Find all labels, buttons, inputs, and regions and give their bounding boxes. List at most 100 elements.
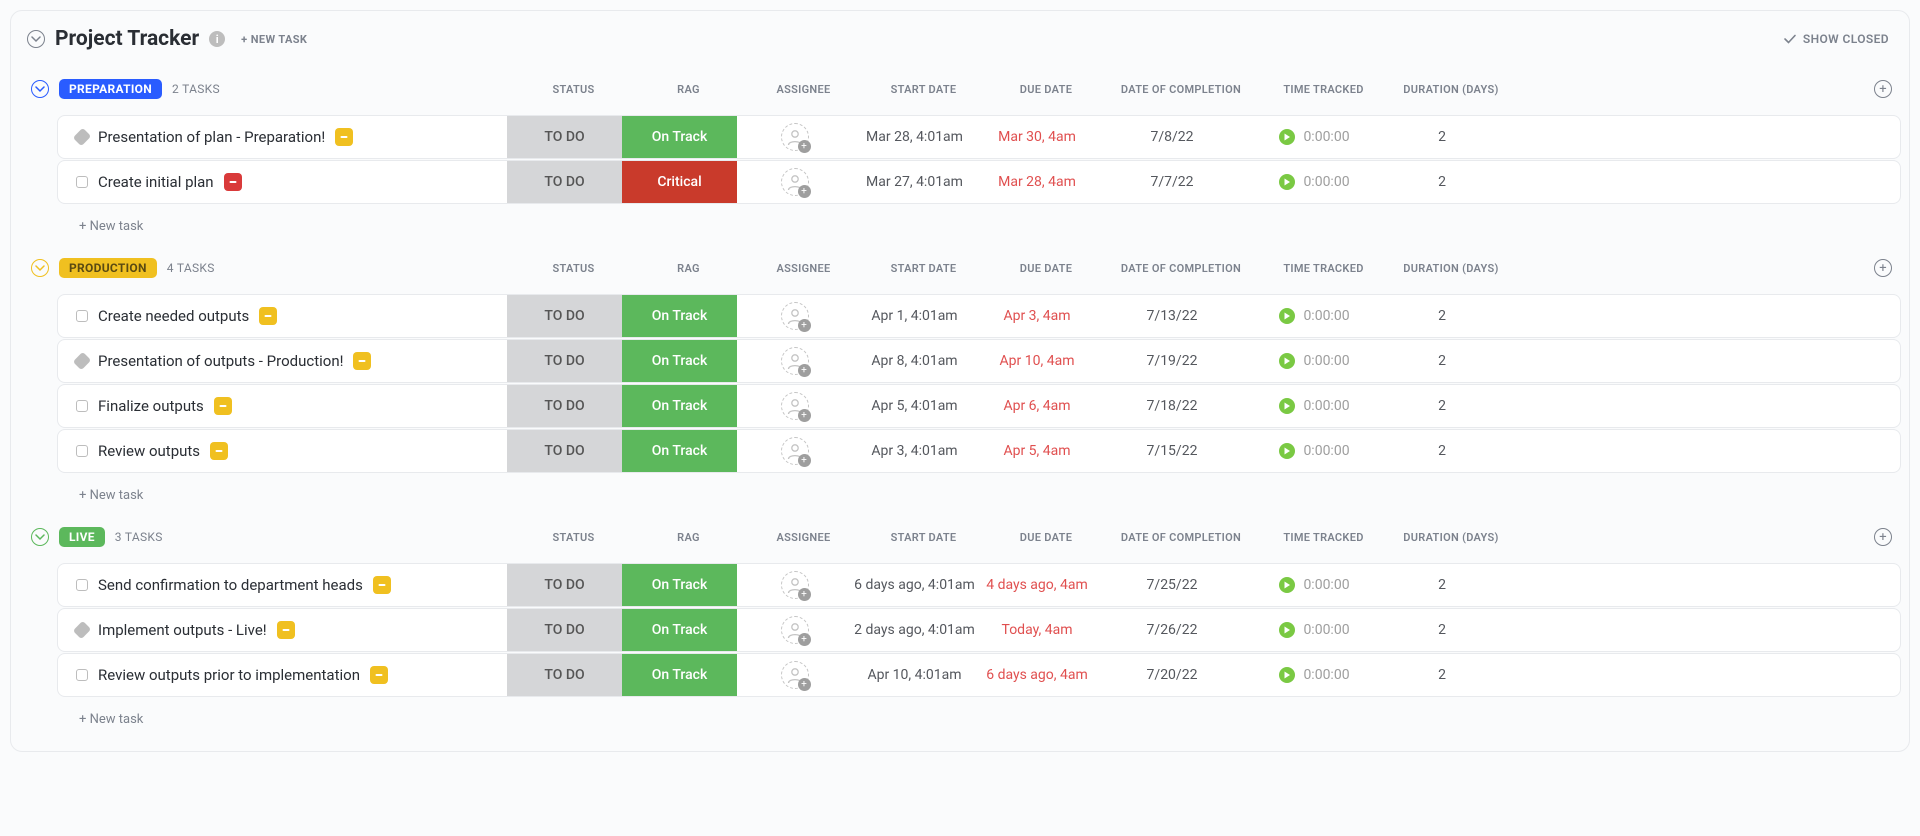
- assignee-placeholder[interactable]: +: [781, 123, 809, 151]
- rag-cell[interactable]: On Track: [622, 654, 737, 696]
- task-status-box[interactable]: [76, 400, 88, 412]
- time-tracked-cell[interactable]: 0:00:00: [1247, 295, 1382, 337]
- rag-cell[interactable]: On Track: [622, 116, 737, 158]
- add-column-button[interactable]: +: [1874, 80, 1892, 98]
- priority-badge[interactable]: [353, 352, 371, 370]
- play-timer-button[interactable]: [1279, 353, 1295, 369]
- task-title[interactable]: Review outputs: [98, 442, 200, 460]
- status-cell[interactable]: TO DO: [507, 564, 622, 606]
- task-row[interactable]: Create initial plan TO DO Critical + Mar…: [57, 160, 1901, 204]
- task-row[interactable]: Review outputs TO DO On Track + Apr 3, 4…: [57, 429, 1901, 473]
- new-task-button[interactable]: + NEW TASK: [235, 33, 307, 46]
- col-start-date[interactable]: START DATE: [861, 83, 986, 96]
- assignee-placeholder[interactable]: +: [781, 661, 809, 689]
- col-due-date[interactable]: DUE DATE: [986, 262, 1106, 275]
- play-timer-button[interactable]: [1279, 129, 1295, 145]
- task-row[interactable]: Review outputs prior to implementation T…: [57, 653, 1901, 697]
- completion-date-cell[interactable]: 7/26/22: [1097, 609, 1247, 651]
- time-tracked-cell[interactable]: 0:00:00: [1247, 609, 1382, 651]
- priority-badge[interactable]: [259, 307, 277, 325]
- col-completion-date[interactable]: DATE OF COMPLETION: [1106, 83, 1256, 96]
- rag-cell[interactable]: Critical: [622, 161, 737, 203]
- due-date-cell[interactable]: Today, 4am: [977, 609, 1097, 651]
- collapse-all-toggle[interactable]: [27, 30, 45, 48]
- duration-cell[interactable]: 2: [1382, 385, 1502, 427]
- new-task-row[interactable]: + New task: [21, 205, 1901, 240]
- task-row[interactable]: Implement outputs - Live! TO DO On Track…: [57, 608, 1901, 652]
- task-status-box[interactable]: [76, 176, 88, 188]
- completion-date-cell[interactable]: 7/13/22: [1097, 295, 1247, 337]
- status-cell[interactable]: TO DO: [507, 295, 622, 337]
- col-due-date[interactable]: DUE DATE: [986, 531, 1106, 544]
- due-date-cell[interactable]: Apr 6, 4am: [977, 385, 1097, 427]
- start-date-cell[interactable]: Apr 1, 4:01am: [852, 295, 977, 337]
- start-date-cell[interactable]: Apr 5, 4:01am: [852, 385, 977, 427]
- due-date-cell[interactable]: Apr 10, 4am: [977, 340, 1097, 382]
- col-rag[interactable]: RAG: [631, 531, 746, 544]
- group-collapse-toggle[interactable]: [31, 80, 49, 98]
- priority-badge[interactable]: [277, 621, 295, 639]
- col-assignee[interactable]: ASSIGNEE: [746, 531, 861, 544]
- col-assignee[interactable]: ASSIGNEE: [746, 262, 861, 275]
- duration-cell[interactable]: 2: [1382, 430, 1502, 472]
- duration-cell[interactable]: 2: [1382, 609, 1502, 651]
- col-completion-date[interactable]: DATE OF COMPLETION: [1106, 262, 1256, 275]
- assignee-placeholder[interactable]: +: [781, 616, 809, 644]
- duration-cell[interactable]: 2: [1382, 295, 1502, 337]
- task-title[interactable]: Create needed outputs: [98, 307, 249, 325]
- time-tracked-cell[interactable]: 0:00:00: [1247, 564, 1382, 606]
- col-time-tracked[interactable]: TIME TRACKED: [1256, 83, 1391, 96]
- col-start-date[interactable]: START DATE: [861, 262, 986, 275]
- col-rag[interactable]: RAG: [631, 262, 746, 275]
- col-duration[interactable]: DURATION (DAYS): [1391, 83, 1511, 96]
- col-status[interactable]: STATUS: [516, 531, 631, 544]
- col-duration[interactable]: DURATION (DAYS): [1391, 262, 1511, 275]
- col-status[interactable]: STATUS: [516, 83, 631, 96]
- task-title[interactable]: Review outputs prior to implementation: [98, 666, 360, 684]
- start-date-cell[interactable]: 6 days ago, 4:01am: [852, 564, 977, 606]
- assignee-placeholder[interactable]: +: [781, 571, 809, 599]
- add-column-button[interactable]: +: [1874, 528, 1892, 546]
- time-tracked-cell[interactable]: 0:00:00: [1247, 116, 1382, 158]
- priority-badge[interactable]: [370, 666, 388, 684]
- col-assignee[interactable]: ASSIGNEE: [746, 83, 861, 96]
- show-closed-toggle[interactable]: SHOW CLOSED: [1783, 32, 1889, 46]
- col-completion-date[interactable]: DATE OF COMPLETION: [1106, 531, 1256, 544]
- completion-date-cell[interactable]: 7/8/22: [1097, 116, 1247, 158]
- task-status-box[interactable]: [76, 445, 88, 457]
- assignee-placeholder[interactable]: +: [781, 302, 809, 330]
- info-icon[interactable]: i: [209, 31, 225, 47]
- task-row[interactable]: Create needed outputs TO DO On Track + A…: [57, 294, 1901, 338]
- time-tracked-cell[interactable]: 0:00:00: [1247, 161, 1382, 203]
- col-time-tracked[interactable]: TIME TRACKED: [1256, 531, 1391, 544]
- assignee-placeholder[interactable]: +: [781, 347, 809, 375]
- col-status[interactable]: STATUS: [516, 262, 631, 275]
- play-timer-button[interactable]: [1279, 308, 1295, 324]
- due-date-cell[interactable]: 4 days ago, 4am: [977, 564, 1097, 606]
- due-date-cell[interactable]: Mar 28, 4am: [977, 161, 1097, 203]
- priority-badge[interactable]: [210, 442, 228, 460]
- group-name-pill[interactable]: PREPARATION: [59, 79, 162, 99]
- rag-cell[interactable]: On Track: [622, 295, 737, 337]
- task-title[interactable]: Presentation of outputs - Production!: [98, 352, 343, 370]
- status-cell[interactable]: TO DO: [507, 609, 622, 651]
- status-cell[interactable]: TO DO: [507, 385, 622, 427]
- duration-cell[interactable]: 2: [1382, 340, 1502, 382]
- task-row[interactable]: Finalize outputs TO DO On Track + Apr 5,…: [57, 384, 1901, 428]
- priority-badge[interactable]: [224, 173, 242, 191]
- new-task-row[interactable]: + New task: [21, 698, 1901, 733]
- status-cell[interactable]: TO DO: [507, 161, 622, 203]
- duration-cell[interactable]: 2: [1382, 564, 1502, 606]
- start-date-cell[interactable]: Apr 10, 4:01am: [852, 654, 977, 696]
- duration-cell[interactable]: 2: [1382, 654, 1502, 696]
- milestone-icon[interactable]: [73, 621, 91, 639]
- priority-badge[interactable]: [335, 128, 353, 146]
- time-tracked-cell[interactable]: 0:00:00: [1247, 430, 1382, 472]
- milestone-icon[interactable]: [73, 128, 91, 146]
- assignee-placeholder[interactable]: +: [781, 168, 809, 196]
- due-date-cell[interactable]: Apr 3, 4am: [977, 295, 1097, 337]
- play-timer-button[interactable]: [1279, 443, 1295, 459]
- rag-cell[interactable]: On Track: [622, 609, 737, 651]
- task-title[interactable]: Implement outputs - Live!: [98, 621, 267, 639]
- col-rag[interactable]: RAG: [631, 83, 746, 96]
